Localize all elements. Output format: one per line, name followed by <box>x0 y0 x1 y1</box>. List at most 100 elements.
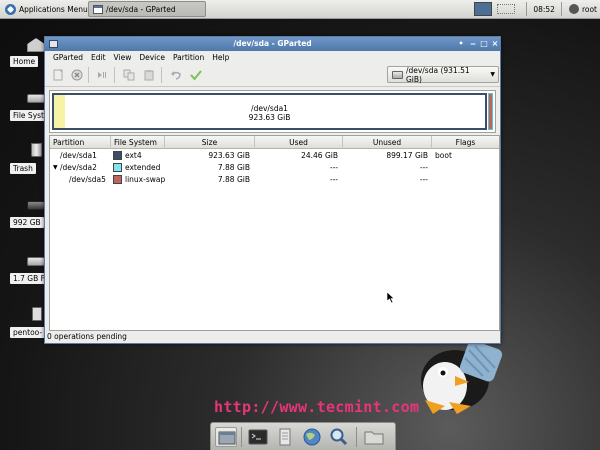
column-file-system[interactable]: File System <box>111 136 165 149</box>
cell-file-system-label: linux-swap <box>125 175 166 184</box>
disk-map-partition-size: 923.63 GiB <box>248 113 291 122</box>
column-unused[interactable]: Unused <box>343 136 432 149</box>
desktop-icon-label: 1.7 GB F <box>10 273 48 284</box>
desktop-icon-label: File Syst <box>10 110 47 121</box>
fs-color-swatch <box>113 175 122 184</box>
maximize-icon[interactable]: □ <box>479 37 489 51</box>
copy-icon[interactable] <box>122 68 136 82</box>
mouse-cursor-icon <box>387 292 395 304</box>
column-partition[interactable]: Partition <box>50 136 111 149</box>
toolbar-separator <box>88 67 89 83</box>
file-manager-icon[interactable] <box>274 427 296 447</box>
toolbar-separator <box>114 67 115 83</box>
trash-icon <box>31 143 42 157</box>
xfce-logo-icon <box>5 4 16 15</box>
search-icon[interactable] <box>328 427 350 447</box>
undo-icon[interactable] <box>169 68 183 82</box>
table-row[interactable]: ▼ /dev/sda2 extended 7.88 GiB --- --- <box>50 162 499 174</box>
menu-view[interactable]: View <box>110 53 136 62</box>
clock[interactable]: 08:52 <box>530 1 558 17</box>
new-partition-icon[interactable] <box>51 68 65 82</box>
gparted-app-icon <box>49 40 58 48</box>
penguin-mascot-icon <box>421 340 503 414</box>
window-icon <box>93 4 103 14</box>
tray-separator <box>560 2 562 16</box>
toolbar-separator <box>161 67 162 83</box>
folder-icon[interactable] <box>363 427 385 447</box>
show-desktop-icon[interactable] <box>215 427 237 447</box>
desktop-icon-label: 992 GB <box>10 217 44 228</box>
applications-menu-label: Applications Menu <box>19 5 88 14</box>
fs-color-swatch <box>113 163 122 172</box>
taskbar-item-gparted[interactable]: /dev/sda - GParted <box>88 1 206 17</box>
drive-icon <box>27 201 45 210</box>
applications-menu-button[interactable]: Applications Menu <box>2 2 91 17</box>
cell-unused: 899.17 GiB <box>386 151 428 160</box>
disk-map: /dev/sda1 923.63 GiB <box>49 90 496 133</box>
table-header: Partition File System Size Used Unused F… <box>50 136 499 149</box>
menu-partition[interactable]: Partition <box>169 53 208 62</box>
cell-used: 24.46 GiB <box>301 151 338 160</box>
cell-unused: --- <box>419 163 428 172</box>
apply-icon[interactable] <box>189 68 203 82</box>
close-icon[interactable]: × <box>490 37 500 51</box>
cell-flags: boot <box>435 151 452 160</box>
window-menu-icon[interactable]: • <box>456 37 466 51</box>
desktop-icon-label: Trash <box>10 163 36 174</box>
gparted-window: /dev/sda - GParted • ‒ □ × GParted Edit … <box>44 36 501 344</box>
tray-separator <box>526 2 528 16</box>
menu-device[interactable]: Device <box>135 53 169 62</box>
web-browser-icon[interactable] <box>301 427 323 447</box>
terminal-icon[interactable] <box>247 427 269 447</box>
usb-drive-icon <box>32 307 42 321</box>
user-icon[interactable] <box>568 4 579 14</box>
cell-file-system: extended <box>113 162 160 174</box>
workspace-switcher-empty[interactable] <box>497 4 516 14</box>
hard-disk-icon <box>27 94 45 103</box>
menu-gparted[interactable]: GParted <box>49 53 87 62</box>
status-bar: 0 operations pending <box>45 331 500 343</box>
desktop-icon-label: Home <box>10 56 39 67</box>
column-flags[interactable]: Flags <box>432 136 499 149</box>
table-row[interactable]: /dev/sda1 ext4 923.63 GiB 24.46 GiB 899.… <box>50 150 499 162</box>
taskbar-item-label: /dev/sda - GParted <box>106 4 176 14</box>
status-text: 0 operations pending <box>47 332 127 341</box>
delete-partition-icon[interactable] <box>70 68 84 82</box>
minimize-icon[interactable]: ‒ <box>468 37 478 51</box>
expander-arrow-icon[interactable]: ▼ <box>53 162 58 174</box>
cell-file-system: ext4 <box>113 150 142 162</box>
device-selector[interactable]: /dev/sda (931.51 GiB) ▼ <box>387 66 499 84</box>
window-titlebar[interactable]: /dev/sda - GParted • ‒ □ × <box>45 37 500 51</box>
disk-map-partition-extended[interactable] <box>488 93 493 130</box>
cell-size: 7.88 GiB <box>217 175 250 184</box>
paste-icon[interactable] <box>142 68 156 82</box>
disk-map-partition-sda1[interactable]: /dev/sda1 923.63 GiB <box>52 93 488 130</box>
column-size[interactable]: Size <box>165 136 255 149</box>
menu-bar: GParted Edit View Device Partition Help <box>45 51 500 63</box>
menu-edit[interactable]: Edit <box>87 53 110 62</box>
cell-size: 923.63 GiB <box>208 151 250 160</box>
table-row[interactable]: /dev/sda5 linux-swap 7.88 GiB --- --- <box>50 174 499 186</box>
hard-disk-icon <box>392 70 403 79</box>
dock-separator <box>356 427 357 447</box>
cell-file-system-label: extended <box>125 163 161 172</box>
menu-help[interactable]: Help <box>208 53 233 62</box>
chevron-down-icon: ▼ <box>490 71 495 78</box>
top-panel: Applications Menu /dev/sda - GParted 08:… <box>0 0 600 19</box>
window-title: /dev/sda - GParted <box>233 39 312 48</box>
watermark-url: http://www.tecmint.com <box>214 398 420 416</box>
user-name[interactable]: root <box>579 1 600 17</box>
home-folder-icon <box>27 38 45 52</box>
cell-size: 7.88 GiB <box>217 163 250 172</box>
bottom-dock <box>210 422 396 450</box>
cell-partition: /dev/sda2 <box>60 163 97 172</box>
vertical-scrollbar[interactable] <box>494 137 498 331</box>
cell-used: --- <box>329 163 338 172</box>
removable-disk-icon <box>27 257 45 266</box>
disk-map-partition-name: /dev/sda1 <box>251 104 288 113</box>
resize-move-icon[interactable] <box>95 68 109 82</box>
workspace-switcher-icon[interactable] <box>474 2 493 16</box>
cell-partition: /dev/sda1 <box>60 151 97 160</box>
fs-color-swatch <box>113 151 122 160</box>
column-used[interactable]: Used <box>255 136 343 149</box>
